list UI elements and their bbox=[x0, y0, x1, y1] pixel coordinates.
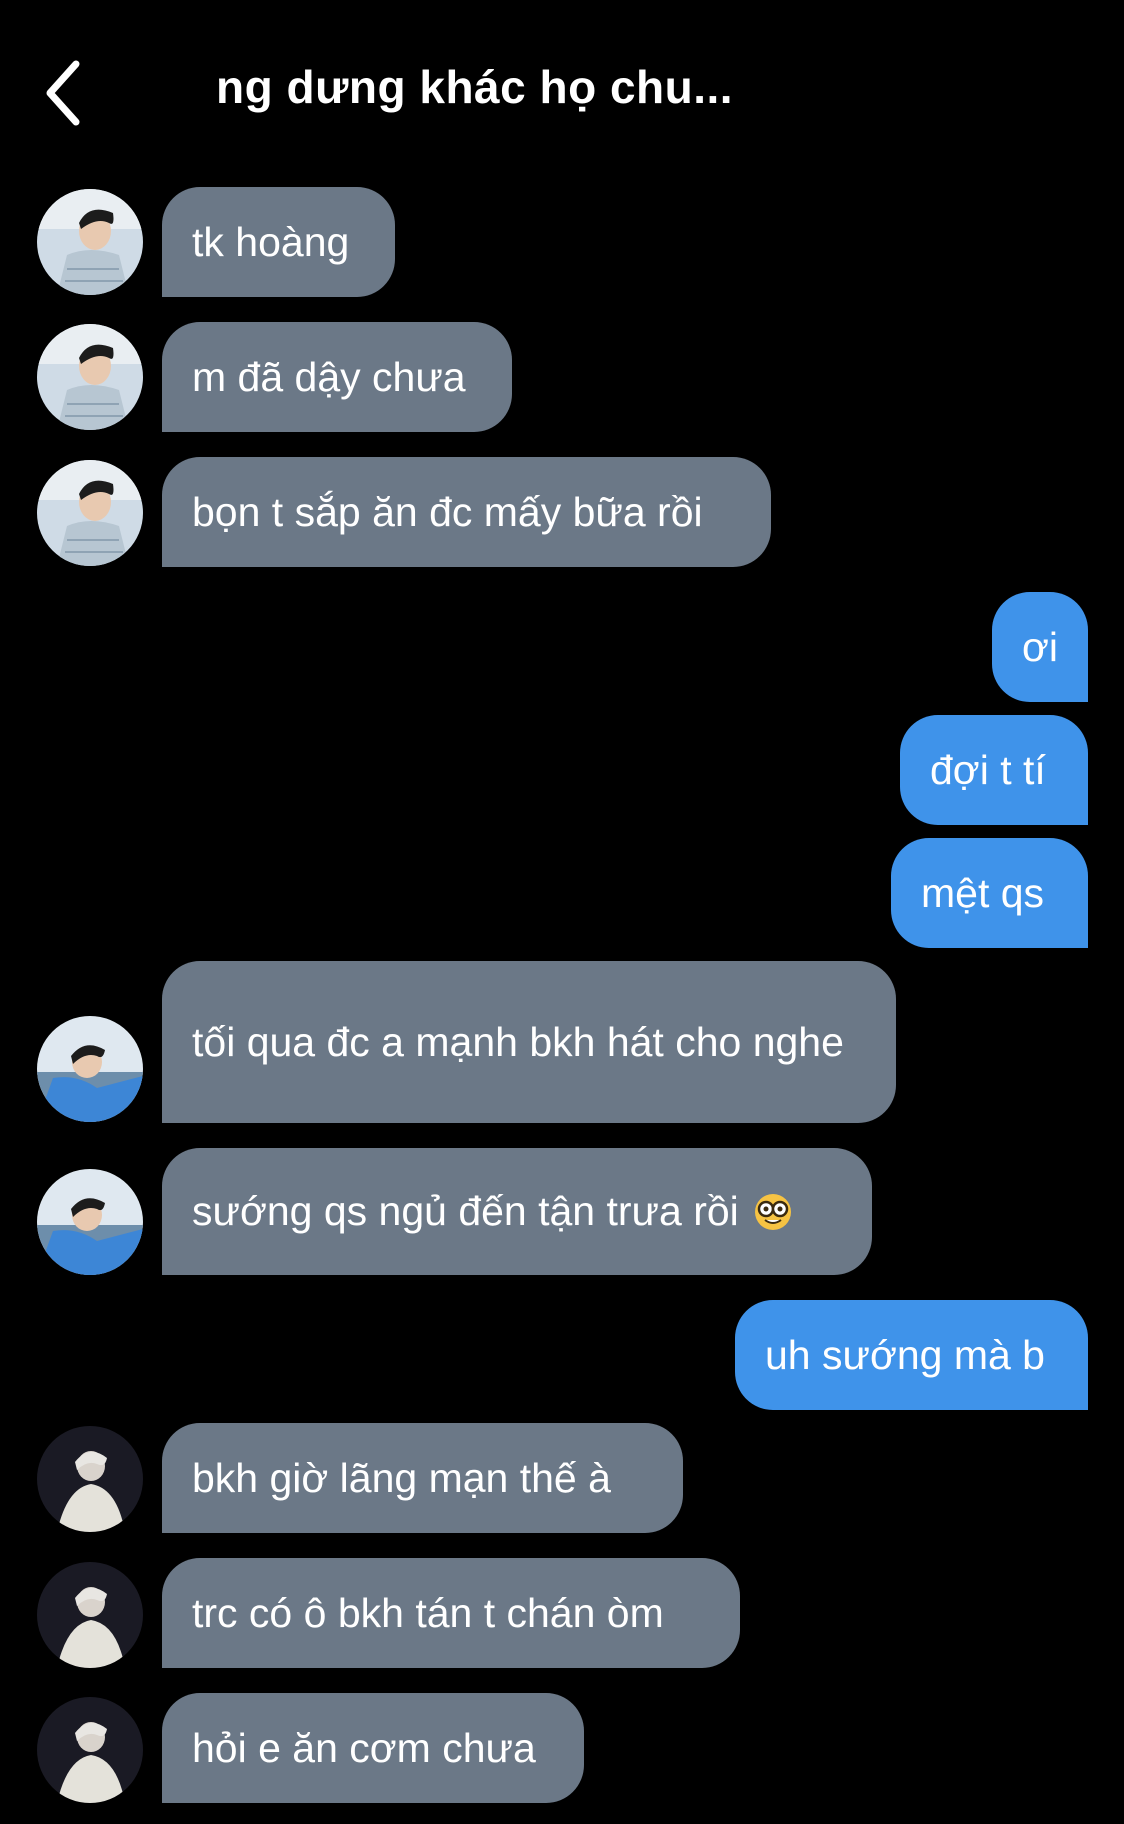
message-text: ơi bbox=[1022, 623, 1058, 670]
incoming-message[interactable]: tối qua đc a mạnh bkh hát cho nghe bbox=[162, 961, 896, 1123]
message-text: đợi t tí bbox=[930, 746, 1046, 793]
avatar-boy-shirt-icon bbox=[37, 324, 143, 430]
outgoing-message[interactable]: ơi bbox=[992, 592, 1088, 702]
message-text: hỏi e ăn cơm chưa bbox=[192, 1724, 536, 1771]
avatar[interactable] bbox=[37, 189, 143, 295]
message-list: tk hoàng m đã dậy chưa bọn t sắp ăn đc m… bbox=[0, 0, 1124, 1824]
avatar[interactable] bbox=[37, 460, 143, 566]
message-text: bkh giờ lãng mạn thế à bbox=[192, 1454, 611, 1501]
outgoing-message[interactable]: đợi t tí bbox=[900, 715, 1088, 825]
incoming-message[interactable]: tk hoàng bbox=[162, 187, 395, 297]
avatar[interactable] bbox=[37, 1562, 143, 1668]
incoming-message[interactable]: bkh giờ lãng mạn thế à bbox=[162, 1423, 683, 1533]
message-text: m đã dậy chưa bbox=[192, 353, 466, 400]
avatar-person-white-coat-icon bbox=[37, 1697, 143, 1803]
message-text: tối qua đc a mạnh bkh hát cho nghe bbox=[192, 1018, 844, 1065]
message-text: trc có ô bkh tán t chán òm bbox=[192, 1589, 664, 1636]
message-text: sướng qs ngủ đến tận trưa rồi bbox=[192, 1188, 739, 1234]
avatar-person-white-coat-icon bbox=[37, 1562, 143, 1668]
incoming-message[interactable]: bọn t sắp ăn đc mấy bữa rồi bbox=[162, 457, 771, 567]
message-text: tk hoàng bbox=[192, 218, 350, 265]
nerd-face-icon bbox=[754, 1193, 791, 1230]
avatar-boy-shirt-icon bbox=[37, 189, 143, 295]
avatar[interactable] bbox=[37, 1697, 143, 1803]
incoming-message[interactable]: hỏi e ăn cơm chưa bbox=[162, 1693, 584, 1803]
incoming-message[interactable]: trc có ô bkh tán t chán òm bbox=[162, 1558, 740, 1668]
incoming-message[interactable]: m đã dậy chưa bbox=[162, 322, 512, 432]
avatar-boy-shirt-icon bbox=[37, 460, 143, 566]
avatar[interactable] bbox=[37, 1426, 143, 1532]
message-text: uh sướng mà b bbox=[765, 1331, 1045, 1378]
avatar[interactable] bbox=[37, 1016, 143, 1122]
outgoing-message[interactable]: uh sướng mà b bbox=[735, 1300, 1088, 1410]
avatar-boy-blue-jacket-icon bbox=[37, 1169, 143, 1275]
avatar[interactable] bbox=[37, 324, 143, 430]
avatar[interactable] bbox=[37, 1169, 143, 1275]
avatar-person-white-coat-icon bbox=[37, 1426, 143, 1532]
avatar-boy-blue-jacket-icon bbox=[37, 1016, 143, 1122]
message-text: bọn t sắp ăn đc mấy bữa rồi bbox=[192, 488, 703, 535]
outgoing-message[interactable]: mệt qs bbox=[891, 838, 1088, 948]
message-text: mệt qs bbox=[921, 869, 1045, 916]
incoming-message[interactable]: sướng qs ngủ đến tận trưa rồi bbox=[162, 1148, 872, 1275]
